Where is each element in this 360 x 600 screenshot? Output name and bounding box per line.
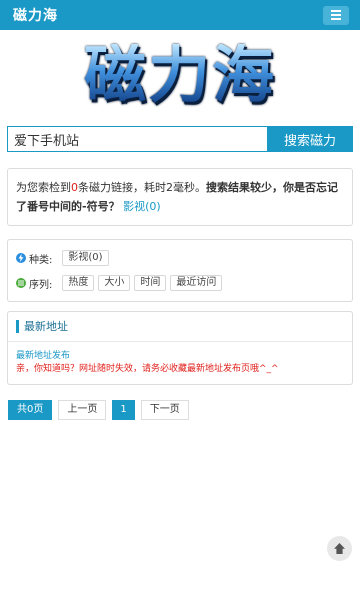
site-logo: 磁力海 xyxy=(83,38,276,111)
prev-page-button[interactable]: 上一页 xyxy=(58,400,107,420)
category-label: 种类: xyxy=(29,254,53,266)
result-info-panel: 为您索检到0条磁力链接，耗时2毫秒。搜索结果较少，你是否忘记了番号中间的-符号？… xyxy=(7,168,353,226)
search-bar: 搜索磁力 xyxy=(7,126,353,152)
hamburger-icon[interactable] xyxy=(323,5,349,25)
search-button[interactable]: 搜索磁力 xyxy=(267,126,353,152)
result-count: 0 xyxy=(71,181,78,194)
result-category-link[interactable]: 影视(0) xyxy=(123,200,161,213)
sort-filter-row: 序列: 热度 大小 时间 最近访问 xyxy=(16,274,346,292)
address-divider xyxy=(8,341,352,342)
page-total: 共0页 xyxy=(8,400,53,420)
search-input[interactable] xyxy=(7,126,267,152)
address-link[interactable]: 最新地址发布 xyxy=(16,350,344,363)
brand-title[interactable]: 磁力海 xyxy=(13,5,58,25)
pagination: 共0页 上一页 1 下一页 xyxy=(8,400,352,420)
category-filter-row: 种类: 影视(0) xyxy=(16,249,346,267)
address-notice: 亲，你知道吗？网址随时失效，请务必收藏最新地址发布页哦^_^ xyxy=(16,364,279,374)
category-tag[interactable]: 影视(0) xyxy=(62,250,109,266)
address-title: 最新地址 xyxy=(16,320,344,333)
logo-banner: 磁力海 xyxy=(0,30,360,120)
lightning-icon xyxy=(16,253,26,263)
sort-label: 序列: xyxy=(29,279,53,291)
list-icon xyxy=(16,278,26,288)
sort-tag-size[interactable]: 大小 xyxy=(98,275,131,291)
current-page-button[interactable]: 1 xyxy=(112,400,135,420)
result-middle: 条磁力链接，耗时2毫秒。 xyxy=(78,181,206,194)
arrow-up-icon[interactable] xyxy=(327,536,352,561)
filter-panel: 种类: 影视(0) 序列: 热度 大小 时间 最近访问 xyxy=(7,239,353,302)
sort-tag-time[interactable]: 时间 xyxy=(134,275,167,291)
top-navbar: 磁力海 xyxy=(0,0,360,30)
next-page-button[interactable]: 下一页 xyxy=(140,400,189,420)
sort-tag-hot[interactable]: 热度 xyxy=(62,275,95,291)
result-prefix: 为您索检到 xyxy=(16,181,71,194)
sort-tag-recent[interactable]: 最近访问 xyxy=(170,275,223,291)
latest-address-panel: 最新地址 最新地址发布 亲，你知道吗？网址随时失效，请务必收藏最新地址发布页哦^… xyxy=(7,311,353,385)
